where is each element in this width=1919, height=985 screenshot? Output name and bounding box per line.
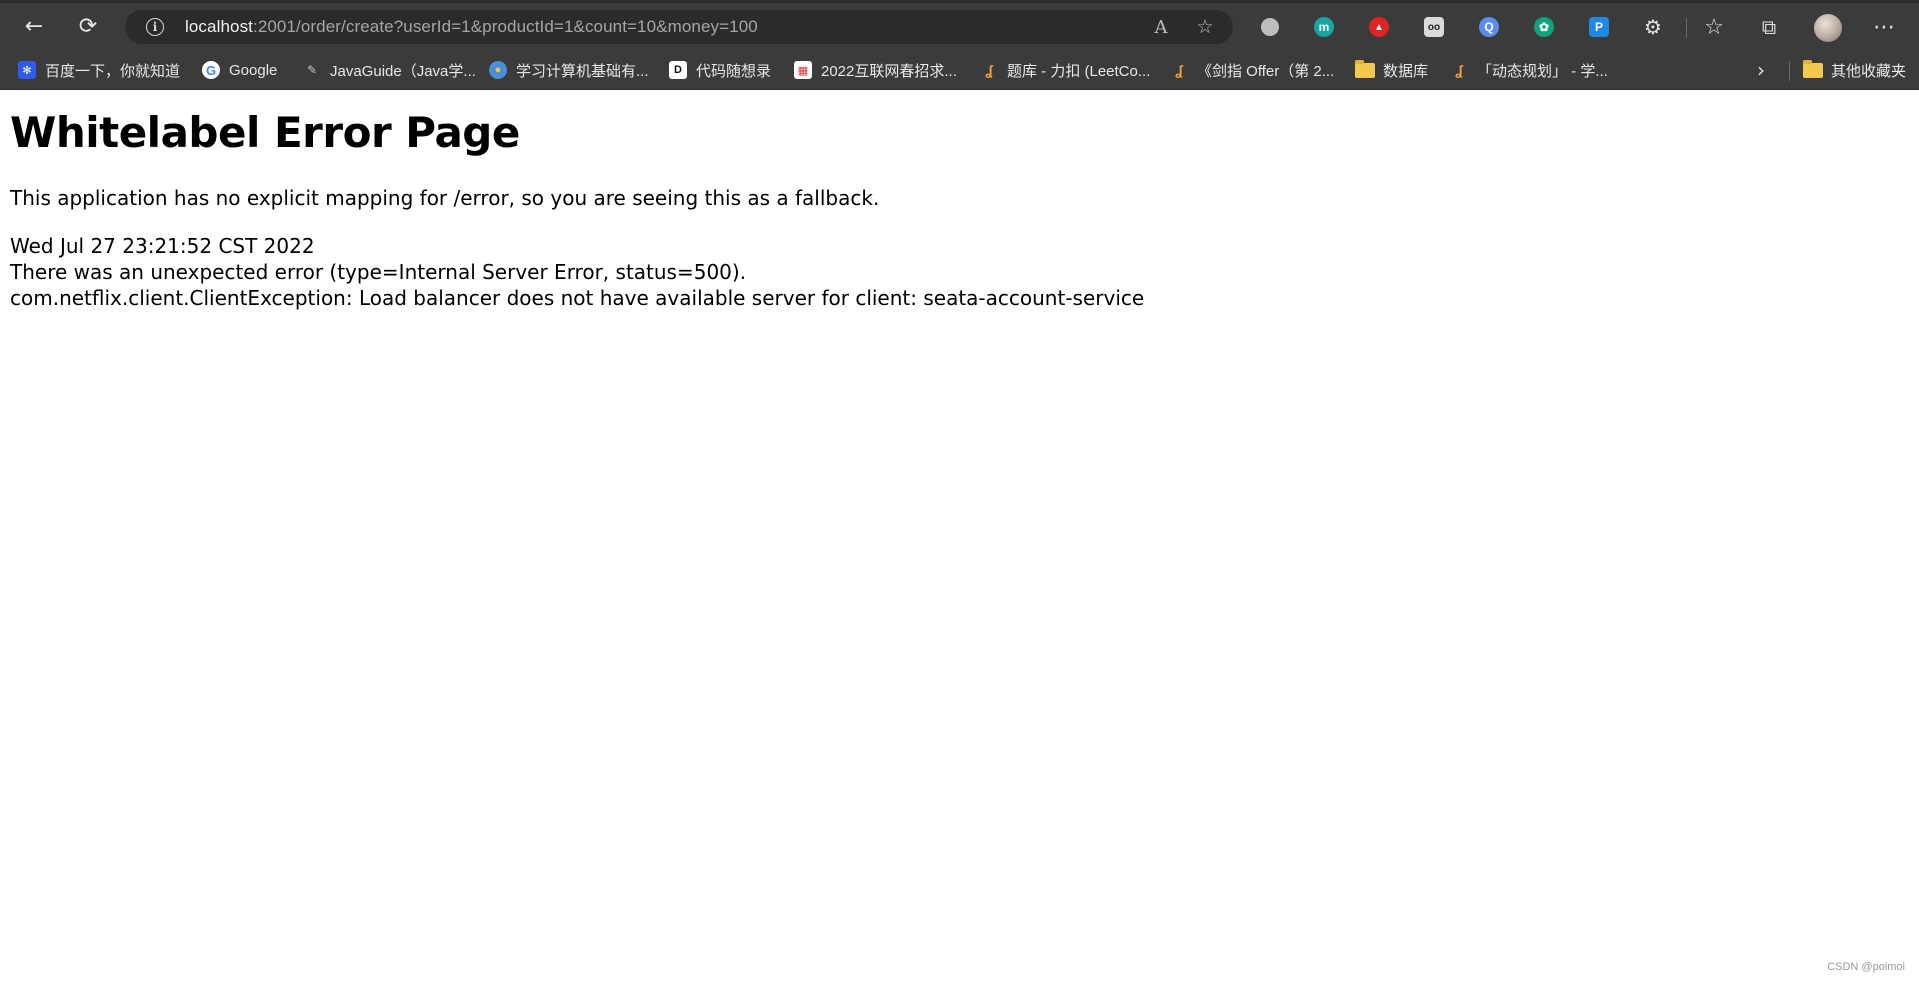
profile-avatar[interactable]	[1812, 12, 1844, 44]
bookmark-label: 「动态规划」 - 学...	[1477, 62, 1608, 80]
bookmark-code-thoughts[interactable]: D 代码随想录	[669, 50, 771, 90]
browser-toolbar: ← ⟳ i localhost:2001/order/create?userId…	[0, 0, 1919, 50]
reload-icon[interactable]: ⟳	[70, 9, 106, 45]
bookmark-label: 代码随想录	[696, 62, 772, 80]
bookmark-google[interactable]: G Google	[202, 50, 277, 90]
bookmark-label: 题库 - 力扣 (LeetCo...	[1007, 62, 1151, 80]
globe-icon: ●	[489, 61, 507, 79]
read-aloud-icon[interactable]: A	[1147, 17, 1175, 38]
bookmarks-bar: ✻ 百度一下，你就知道 G Google ✎ JavaGuide（Java学..…	[0, 50, 1919, 90]
bookmark-label: 2022互联网春招求...	[821, 62, 957, 80]
url-path: :2001/order/create?userId=1&productId=1&…	[253, 17, 758, 36]
bookmark-dynamic-programming[interactable]: ʆ 「动态规划」 - 学...	[1450, 50, 1608, 90]
bookmark-label: JavaGuide（Java学...	[330, 62, 476, 80]
bookmark-sword-offer[interactable]: ʆ 《剑指 Offer（第 2...	[1170, 50, 1334, 90]
p-extension-icon[interactable]: P	[1583, 11, 1615, 43]
bookmark-leetcode-problems[interactable]: ʆ 题库 - 力扣 (LeetCo...	[980, 50, 1150, 90]
google-icon: G	[202, 61, 220, 79]
lock-extension-icon[interactable]: ▲	[1363, 11, 1395, 43]
search-extension-icon[interactable]: Q	[1473, 11, 1505, 43]
leetcode-icon: ʆ	[1455, 62, 1463, 78]
bookmark-label: Google	[229, 61, 278, 79]
baidu-icon: ✻	[18, 61, 36, 79]
error-exception-line: com.netflix.client.ClientException: Load…	[10, 285, 1145, 310]
javaguide-icon: ✎	[306, 63, 318, 77]
chatgpt-extension-icon[interactable]: ✿	[1528, 11, 1560, 43]
bookmark-label: 数据库	[1383, 62, 1429, 80]
error-status-line: There was an unexpected error (type=Inte…	[10, 259, 747, 284]
bookmark-folder-database[interactable]: 数据库	[1355, 50, 1428, 90]
folder-icon	[1355, 59, 1375, 78]
bookmark-label: 学习计算机基础有...	[516, 62, 649, 80]
bookmarks-separator	[1789, 61, 1790, 81]
more-menu-icon[interactable]: ⋯	[1868, 11, 1900, 43]
extensions-puzzle-icon[interactable]: ⚙	[1637, 11, 1669, 43]
watermark: CSDN @poimoi	[1827, 961, 1905, 973]
folder-icon	[1803, 59, 1823, 78]
back-arrow-icon[interactable]: ←	[16, 9, 52, 45]
address-bar[interactable]: i localhost:2001/order/create?userId=1&p…	[125, 10, 1233, 44]
m-extension-icon[interactable]: m	[1308, 11, 1340, 43]
page-title: Whitelabel Error Page	[10, 108, 520, 157]
add-favorite-icon[interactable]: ☆	[1191, 16, 1219, 38]
leetcode-icon: ʆ	[1175, 62, 1183, 78]
url-text[interactable]: localhost:2001/order/create?userId=1&pro…	[185, 17, 758, 37]
chevron-right-icon[interactable]: ›	[1757, 50, 1765, 90]
error-details: Wed Jul 27 23:21:52 CST 2022 There was a…	[10, 233, 1144, 311]
bookmark-label: 《剑指 Offer（第 2...	[1197, 62, 1335, 80]
fallback-message: This application has no explicit mapping…	[10, 185, 880, 210]
toolbar-separator	[1686, 18, 1687, 38]
error-timestamp: Wed Jul 27 23:21:52 CST 2022	[10, 233, 315, 258]
bookmark-cs-basics[interactable]: ● 学习计算机基础有...	[489, 50, 649, 90]
bookmark-label: 百度一下，你就知道	[45, 62, 181, 80]
d-icon: D	[669, 61, 687, 79]
collections-icon[interactable]: ⧉	[1753, 11, 1785, 43]
bookmark-label: 其他收藏夹	[1831, 62, 1907, 80]
calendar-icon: ▦	[794, 61, 812, 79]
leetcode-icon: ʆ	[985, 62, 993, 78]
bookmark-javaguide[interactable]: ✎ JavaGuide（Java学...	[303, 50, 476, 90]
url-host: localhost	[185, 17, 253, 36]
bookmark-spring-recruit[interactable]: ▦ 2022互联网春招求...	[794, 50, 957, 90]
site-info-icon[interactable]: i	[146, 18, 164, 36]
page-content: Whitelabel Error Page This application h…	[10, 90, 1144, 311]
avatar	[1814, 14, 1842, 42]
circle-extension-icon[interactable]	[1254, 11, 1286, 43]
bookmark-baidu[interactable]: ✻ 百度一下，你就知道	[18, 50, 180, 90]
favorites-icon[interactable]: ☆	[1698, 11, 1730, 43]
other-bookmarks-folder[interactable]: 其他收藏夹	[1803, 50, 1906, 90]
tampermonkey-extension-icon[interactable]: oo	[1418, 11, 1450, 43]
